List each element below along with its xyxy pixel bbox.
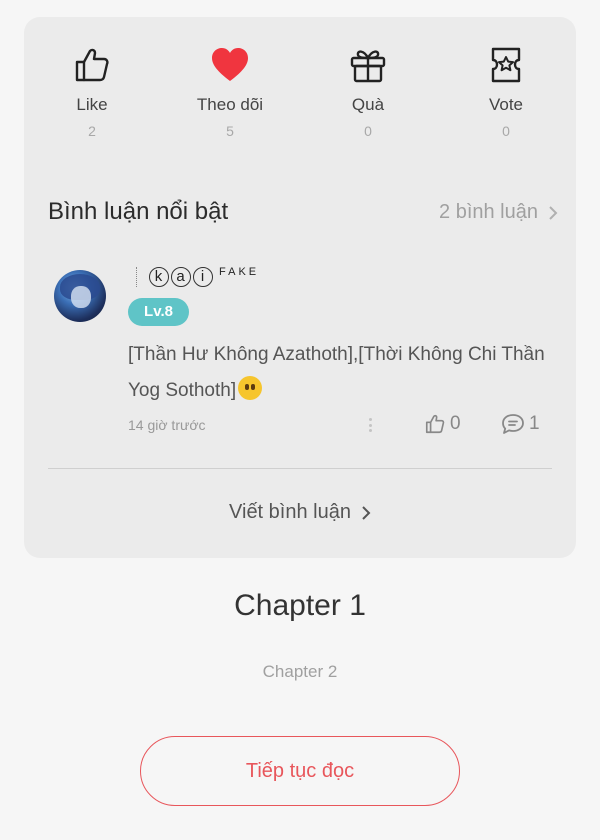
follow-count: 5 [226, 123, 234, 139]
like-stat[interactable]: Like 2 [32, 45, 152, 139]
more-options-icon[interactable] [366, 415, 374, 435]
username-char: a [171, 267, 191, 287]
thumbs-up-icon [32, 45, 152, 89]
continue-reading-button[interactable]: Tiếp tục đọc [140, 736, 460, 806]
comment-time: 14 giờ trước [128, 417, 206, 433]
comment-body: [Thần Hư Không Azathoth],[Thời Không Chi… [128, 344, 545, 401]
chapter-title: Chapter 1 [234, 589, 366, 622]
comment-reply-count: 1 [529, 413, 540, 434]
comment-reply-button[interactable]: 1 [501, 413, 540, 435]
gift-label: Quà [351, 95, 385, 114]
comment-like-count: 0 [450, 413, 461, 434]
vote-stat[interactable]: Vote 0 [446, 45, 566, 139]
username-char: k [149, 267, 169, 287]
chapter-subtitle: Chapter 2 [262, 662, 338, 681]
emoji-icon [238, 376, 263, 400]
chevron-right-icon [362, 505, 371, 520]
write-comment-label: Viết bình luận [229, 501, 351, 523]
follow-label: Theo dõi [196, 95, 264, 114]
comment-count-link[interactable]: 2 bình luận [439, 201, 558, 224]
like-count: 2 [88, 123, 96, 139]
vote-label: Vote [488, 95, 524, 114]
comment-count-label: 2 bình luận [439, 201, 538, 223]
speech-bubble-icon [502, 414, 524, 434]
chevron-right-icon [549, 205, 558, 220]
interaction-card: Like 2 Theo dõi 5 Quà 0 Vote 0 Bình luận… [24, 17, 576, 558]
gift-count: 0 [364, 123, 372, 139]
divider [48, 468, 552, 469]
vote-count: 0 [502, 123, 510, 139]
follow-stat[interactable]: Theo dõi 5 [170, 45, 290, 139]
featured-comments-title: Bình luận nổi bật [48, 198, 229, 225]
stats-row: Like 2 Theo dõi 5 Quà 0 Vote 0 [24, 45, 576, 165]
gift-stat[interactable]: Quà 0 [308, 45, 428, 139]
heart-icon [170, 45, 290, 89]
write-comment-button[interactable]: Viết bình luận [24, 501, 576, 524]
username-char: i [193, 267, 213, 287]
gift-icon [308, 45, 428, 89]
comment-text: [Thần Hư Không Azathoth],[Thời Không Chi… [128, 337, 548, 409]
level-badge: Lv.8 [128, 298, 189, 326]
like-label: Like [76, 95, 108, 114]
comment-meta: 14 giờ trước 0 1 [128, 413, 558, 439]
username-suffix: FAKE [219, 266, 260, 278]
username[interactable]: k a i FAKE [136, 266, 260, 287]
ticket-star-icon [446, 45, 566, 89]
comment-like-button[interactable]: 0 [424, 413, 461, 435]
avatar[interactable] [54, 270, 106, 322]
thumbs-up-icon [425, 414, 445, 434]
